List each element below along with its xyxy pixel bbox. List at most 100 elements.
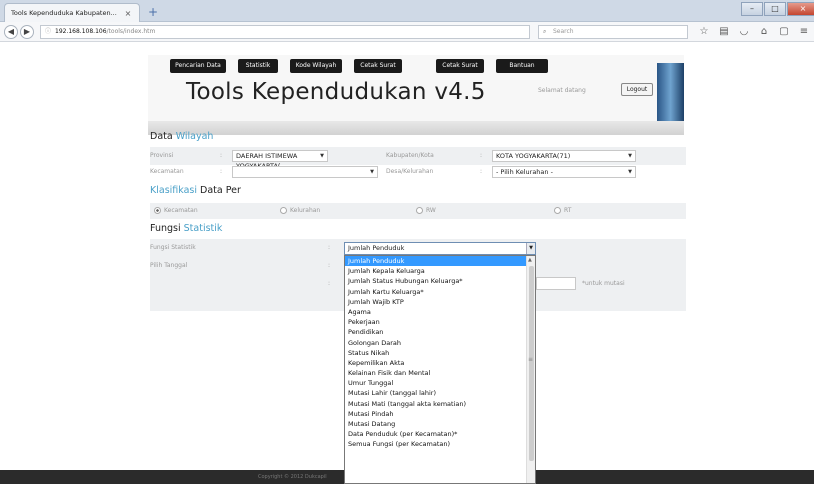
- desa-label: Desa/Kelurahan: [386, 168, 434, 175]
- menu-icon[interactable]: ≡: [794, 25, 814, 39]
- radio-kecamatan[interactable]: Kecamatan: [154, 207, 198, 214]
- dropdown-option[interactable]: Mutasi Lahir (tanggal lahir): [345, 388, 535, 398]
- radio-kelurahan[interactable]: Kelurahan: [280, 207, 320, 214]
- browser-nav-bar: ◀ ▶ ⓘ 192.168.108.106 /tools/index.htm ↻…: [0, 22, 814, 42]
- app-title: Tools Kependudukan v4.5: [186, 79, 486, 105]
- colon: :: [480, 168, 483, 175]
- kecamatan-label: Kecamatan: [150, 168, 184, 175]
- minimize-button[interactable]: –: [741, 2, 763, 16]
- dropdown-option[interactable]: Jumlah Wajib KTP: [345, 297, 535, 307]
- colon: :: [328, 280, 331, 287]
- radio-dot: [554, 207, 561, 214]
- radio-dot: [280, 207, 287, 214]
- kabupaten-label: Kabupaten/Kota: [386, 152, 434, 159]
- chevron-down-icon: ▼: [628, 169, 632, 175]
- dropdown-option[interactable]: Mutasi Pindah: [345, 409, 535, 419]
- dropdown-option[interactable]: Kelainan Fisik dan Mental: [345, 368, 535, 378]
- scroll-up-icon[interactable]: ▲: [528, 257, 532, 263]
- greeting-text: Selamat datang: [538, 87, 586, 94]
- scrollbar-thumb[interactable]: [529, 266, 534, 461]
- radio-label: RT: [564, 207, 572, 214]
- dropdown-option[interactable]: Data Penduduk (per Kecamatan)*: [345, 429, 535, 439]
- home-icon[interactable]: ⌂: [754, 25, 774, 39]
- radio-rt[interactable]: RT: [554, 207, 571, 214]
- tanggal-akhir-input[interactable]: [536, 277, 576, 290]
- dropdown-option[interactable]: Jumlah Penduduk: [345, 256, 535, 267]
- section-title-accent: Wilayah: [175, 131, 214, 142]
- section-title-part: Data: [150, 131, 176, 142]
- tanggal-label: Pilih Tanggal: [150, 262, 188, 269]
- star-icon[interactable]: ☆: [694, 25, 714, 39]
- chevron-down-icon[interactable]: ▼: [526, 243, 535, 254]
- dropdown-option[interactable]: Mutasi Mati (tanggal akta kematian): [345, 399, 535, 409]
- dropdown-option[interactable]: Jumlah Kepala Keluarga: [345, 266, 535, 276]
- info-icon[interactable]: ⓘ: [45, 26, 55, 38]
- dropdown-option[interactable]: Umur Tunggal: [345, 378, 535, 388]
- provinsi-select[interactable]: DAERAH ISTIMEWA YOGYAKARTA(▼: [232, 150, 328, 170]
- browser-tab[interactable]: Tools Kependuduka Kabupaten... ×: [4, 3, 140, 22]
- dropdown-option[interactable]: Semua Fungsi (per Kecamatan): [345, 439, 535, 449]
- section-data-wilayah: Data Wilayah: [150, 131, 213, 142]
- kabupaten-value: KOTA YOGYAKARTA(71): [496, 152, 571, 160]
- menu-pencarian-data[interactable]: Pencarian Data: [170, 59, 226, 73]
- chevron-down-icon: ▼: [320, 153, 324, 159]
- fungsi-select[interactable]: Jumlah Penduduk ▼: [344, 242, 536, 255]
- desa-select[interactable]: - Pilih Kelurahan - ▼: [492, 166, 636, 178]
- dropdown-option[interactable]: Jumlah Status Hubungan Keluarga*: [345, 276, 535, 286]
- menu-cetak-surat[interactable]: Cetak Surat: [354, 59, 402, 73]
- radio-label: Kelurahan: [290, 207, 321, 214]
- section-title-accent: Klasifikasi: [150, 185, 198, 196]
- tab-close-icon[interactable]: ×: [123, 9, 133, 18]
- pocket-icon[interactable]: ◡: [734, 25, 754, 39]
- menu-statistik[interactable]: Statistik: [238, 59, 278, 73]
- bookmark-list-icon[interactable]: ▤: [714, 25, 734, 39]
- dropdown-option[interactable]: Kepemilikan Akta: [345, 358, 535, 368]
- dropdown-option[interactable]: Status Nikah: [345, 348, 535, 358]
- desa-value: - Pilih Kelurahan -: [496, 168, 553, 176]
- section-fungsi-statistik: Fungsi Statistik: [150, 223, 222, 234]
- radio-label: RW: [426, 207, 436, 214]
- dropdown-option[interactable]: Pendidikan: [345, 327, 535, 337]
- new-tab-button[interactable]: +: [146, 5, 160, 19]
- sync-icon[interactable]: ▢: [774, 25, 794, 39]
- menu-cetak-surat-2[interactable]: Cetak Surat: [436, 59, 484, 73]
- url-path: /tools/index.htm: [106, 28, 156, 35]
- dropdown-option[interactable]: Golongan Darah: [345, 338, 535, 348]
- menu-kode-wilayah[interactable]: Kode Wilayah: [290, 59, 342, 73]
- menu-bantuan[interactable]: Bantuan: [496, 59, 548, 73]
- top-menu: Pencarian Data Statistik Kode Wilayah Ce…: [148, 59, 560, 73]
- dropdown-option[interactable]: Mutasi Datang: [345, 419, 535, 429]
- building-logo: [657, 63, 684, 121]
- radio-label: Kecamatan: [164, 207, 198, 214]
- search-input[interactable]: ⌕ Search: [538, 25, 688, 39]
- close-window-button[interactable]: ×: [787, 2, 814, 16]
- window-controls: – □ ×: [740, 2, 814, 16]
- row-kecamatan: Kecamatan : ▼ Desa/Kelurahan : - Pilih K…: [150, 163, 686, 181]
- section-title-accent: Statistik: [183, 223, 223, 234]
- dropdown-option[interactable]: Jumlah Kartu Keluarga*: [345, 287, 535, 297]
- tab-title: Tools Kependuduka Kabupaten...: [11, 9, 117, 17]
- fungsi-selected-value: Jumlah Penduduk: [348, 244, 405, 252]
- banner-floor: [148, 121, 684, 135]
- browser-toolbar: ☆ ▤ ◡ ⌂ ▢ ≡: [694, 25, 814, 39]
- radio-dot: [416, 207, 423, 214]
- forward-button[interactable]: ▶: [20, 25, 34, 39]
- logout-button[interactable]: Logout: [621, 83, 653, 96]
- dropdown-option[interactable]: Pekerjaan: [345, 317, 535, 327]
- back-button[interactable]: ◀: [4, 25, 18, 39]
- kecamatan-select[interactable]: ▼: [232, 166, 378, 178]
- section-title-part: Data Per: [197, 185, 241, 196]
- colon: :: [328, 244, 331, 251]
- dropdown-option[interactable]: Agama: [345, 307, 535, 317]
- colon: :: [220, 152, 223, 159]
- url-bar[interactable]: ⓘ 192.168.108.106 /tools/index.htm ↻: [40, 25, 568, 39]
- colon: :: [328, 262, 331, 269]
- radio-rw[interactable]: RW: [416, 207, 436, 214]
- kabupaten-select[interactable]: KOTA YOGYAKARTA(71) ▼: [492, 150, 636, 162]
- search-placeholder: Search: [553, 28, 574, 35]
- maximize-button[interactable]: □: [764, 2, 786, 16]
- fungsi-dropdown-list[interactable]: Jumlah Penduduk Jumlah Kepala Keluarga Jum…: [344, 255, 536, 484]
- dropdown-scrollbar[interactable]: ▲ ≡: [526, 256, 535, 483]
- search-icon: ⌕: [543, 28, 547, 35]
- colon: :: [480, 152, 483, 159]
